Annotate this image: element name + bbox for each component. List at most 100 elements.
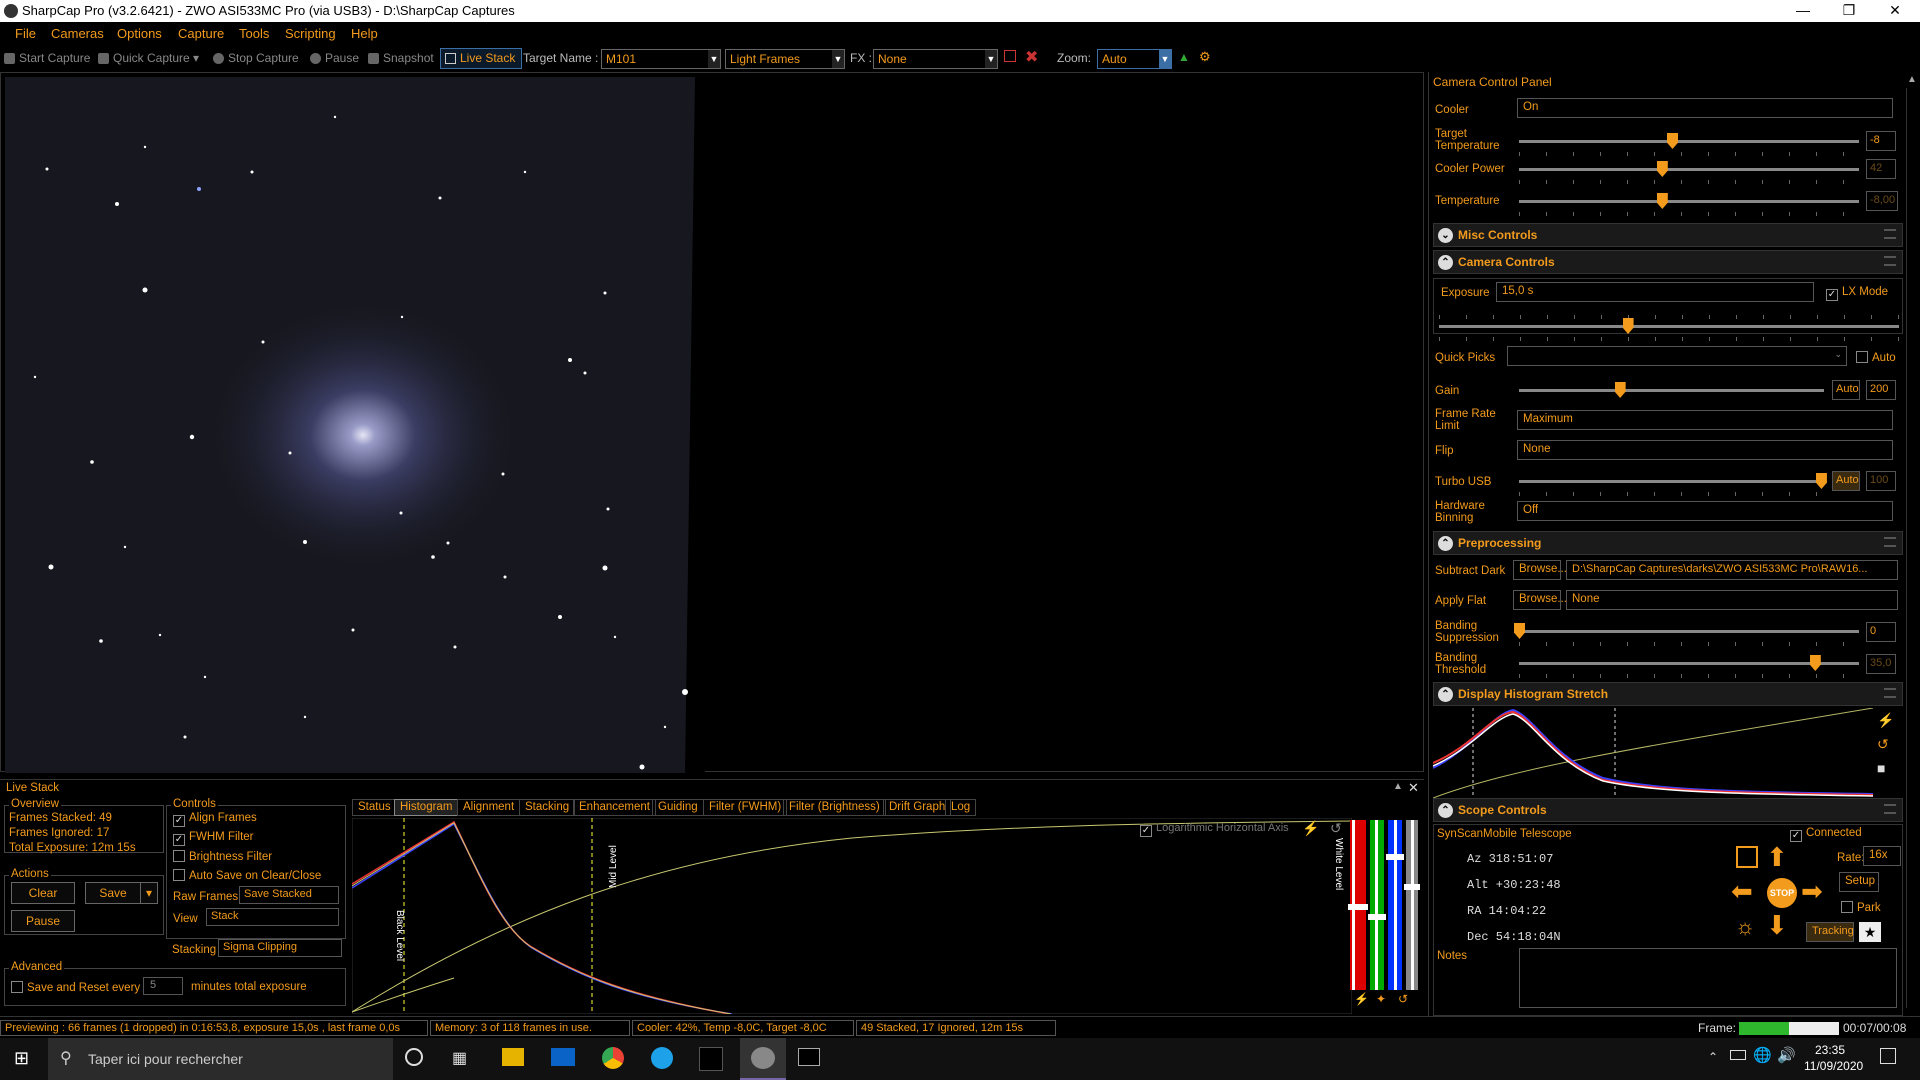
tab-status[interactable]: Status — [352, 799, 397, 816]
menu-cameras[interactable]: Cameras — [51, 26, 104, 41]
turbo-auto-button[interactable]: Auto — [1832, 471, 1860, 491]
subtract-dark-select[interactable]: D:\SharpCap Captures\darks\ZWO ASI533MC … — [1566, 560, 1898, 580]
image-viewport[interactable] — [0, 72, 1424, 773]
level-auto-icon[interactable]: ⚡ — [1354, 992, 1369, 1006]
hamburger-icon[interactable] — [1884, 256, 1896, 266]
scope-controls-header[interactable]: ⌃ Scope Controls — [1433, 798, 1903, 822]
rate-select[interactable]: 16x — [1863, 846, 1901, 866]
panel-scrollbar[interactable] — [1906, 88, 1918, 1008]
save-button[interactable]: Save — [85, 882, 141, 904]
arrow-up-icon[interactable]: ⬆ — [1766, 842, 1788, 873]
stop-button[interactable]: STOP — [1767, 878, 1797, 908]
exposure-slider[interactable] — [1439, 315, 1899, 341]
save-dropdown-button[interactable]: ▾ — [140, 882, 158, 904]
edge-icon[interactable] — [651, 1047, 673, 1069]
auto-stretch-icon[interactable]: ⚡ — [1877, 712, 1894, 729]
tab-filter-fwhm[interactable]: Filter (FWHM) — [703, 799, 788, 816]
settings-icon[interactable]: ⚙ — [1199, 49, 1211, 65]
pin-icon[interactable]: ▲ — [1393, 781, 1403, 792]
hamburger-icon[interactable] — [1884, 688, 1896, 698]
chevron-down-icon[interactable]: ⌄ — [1438, 228, 1453, 243]
chevron-down-icon[interactable]: ▼ — [708, 50, 720, 68]
hamburger-icon[interactable] — [1884, 804, 1896, 814]
stacking-select[interactable]: Sigma Clipping — [218, 939, 342, 957]
misc-controls-header[interactable]: ⌄ Misc Controls — [1433, 223, 1903, 247]
slider-thumb[interactable] — [1614, 382, 1626, 398]
tab-drift-graph[interactable]: Drift Graph — [883, 799, 952, 816]
histogram-icon[interactable]: ▲ — [1178, 50, 1190, 64]
save-reset-checkbox[interactable]: Save and Reset every — [11, 981, 140, 994]
chrome-icon[interactable] — [602, 1047, 624, 1069]
save-icon[interactable]: ■ — [1877, 760, 1885, 776]
quick-capture-button[interactable]: Quick Capture ▾ — [98, 51, 199, 65]
reset-icon[interactable]: ↺ — [1330, 820, 1342, 837]
chevron-up-icon[interactable]: ⌃ — [1438, 803, 1453, 818]
level-sliders[interactable] — [1348, 820, 1420, 998]
frame-type-select[interactable]: Light Frames ▼ — [725, 49, 845, 69]
live-stack-button[interactable]: Live Stack — [440, 48, 523, 69]
target-temperature-input[interactable]: -8 — [1866, 131, 1896, 151]
banding-suppression-input[interactable]: 0 — [1866, 622, 1896, 642]
star-icon[interactable]: ★ — [1859, 922, 1881, 942]
pause-button[interactable]: Pause — [11, 910, 75, 932]
menu-help[interactable]: Help — [351, 26, 378, 41]
close-icon[interactable]: ✕ — [1408, 780, 1419, 796]
connected-checkbox[interactable]: ✓ Connected — [1790, 827, 1862, 842]
slider-thumb[interactable] — [1514, 623, 1525, 639]
snapshot-button[interactable]: Snapshot — [368, 51, 434, 65]
fwhm-filter-checkbox[interactable]: ✓ FWHM Filter — [173, 831, 254, 846]
arrow-down-icon[interactable]: ⬇ — [1766, 910, 1788, 941]
hardware-binning-select[interactable]: Off — [1517, 501, 1893, 521]
taskbar-search[interactable]: ⚲ Taper ici pour rechercher — [48, 1038, 393, 1080]
pin-icon[interactable]: ▲ — [1907, 74, 1917, 85]
live-stack-histogram[interactable] — [352, 818, 1352, 1014]
subtract-dark-browse-button[interactable]: Browse... — [1513, 560, 1567, 580]
menu-tools[interactable]: Tools — [239, 26, 269, 41]
frame-rate-select[interactable]: Maximum — [1517, 410, 1893, 430]
minimize-button[interactable]: — — [1780, 0, 1826, 22]
goto-icon[interactable] — [1736, 846, 1758, 868]
slider-thumb[interactable] — [1667, 133, 1678, 149]
reset-icon[interactable]: ↺ — [1877, 736, 1889, 753]
chevron-down-icon[interactable]: ▼ — [832, 50, 844, 68]
camera-controls-header[interactable]: ⌃ Camera Controls — [1433, 250, 1903, 274]
tab-alignment[interactable]: Alignment — [457, 799, 521, 816]
histogram-stretch-graph[interactable] — [1433, 708, 1873, 800]
sharpcap-taskbar-button[interactable] — [740, 1038, 786, 1080]
chevron-up-icon[interactable]: ⌃ — [1438, 536, 1453, 551]
apply-flat-browse-button[interactable]: Browse... — [1513, 590, 1567, 610]
sun-icon[interactable]: ☼ — [1735, 914, 1755, 940]
notification-icon[interactable] — [1880, 1048, 1896, 1064]
turbo-usb-slider[interactable] — [1519, 473, 1827, 496]
banding-suppression-slider[interactable] — [1514, 623, 1859, 646]
quick-picks-select[interactable]: ⌄ — [1507, 346, 1847, 366]
tracking-button[interactable]: Tracking — [1806, 922, 1854, 942]
preprocessing-header[interactable]: ⌃ Preprocessing — [1433, 531, 1903, 555]
tab-guiding[interactable]: Guiding — [652, 799, 704, 816]
hamburger-icon[interactable] — [1884, 229, 1896, 239]
menu-capture[interactable]: Capture — [178, 26, 224, 41]
arrow-right-icon[interactable]: ➡ — [1801, 876, 1823, 907]
chevron-down-icon[interactable]: ▼ — [1159, 50, 1171, 68]
menu-file[interactable]: File — [15, 26, 36, 41]
level-reset-icon[interactable]: ↺ — [1398, 992, 1408, 1006]
gain-auto-button[interactable]: Auto — [1832, 380, 1860, 400]
zoom-select[interactable]: Auto ▼ — [1097, 49, 1172, 69]
menu-scripting[interactable]: Scripting — [285, 26, 336, 41]
tab-enhancement[interactable]: Enhancement — [573, 799, 656, 816]
mail-icon[interactable] — [551, 1048, 575, 1066]
chevron-up-icon[interactable]: ⌃ — [1438, 687, 1453, 702]
auto-save-checkbox[interactable]: Auto Save on Clear/Close — [173, 869, 321, 882]
apply-flat-select[interactable]: None — [1566, 590, 1898, 610]
task-view-icon[interactable]: ▦ — [452, 1048, 467, 1068]
pause-button[interactable]: Pause — [310, 51, 359, 65]
fx-select[interactable]: None ▼ — [873, 49, 998, 69]
chevron-down-icon[interactable]: ▼ — [985, 50, 997, 68]
chevron-up-icon[interactable]: ⌃ — [1708, 1050, 1718, 1064]
reticle-icon[interactable] — [1004, 50, 1016, 62]
astro-app-icon[interactable] — [699, 1047, 723, 1071]
slider-thumb[interactable] — [1815, 473, 1827, 489]
log-axis-checkbox[interactable]: ✓ Logarithmic Horizontal Axis — [1140, 822, 1289, 837]
start-capture-button[interactable]: Start Capture — [4, 51, 90, 65]
gain-slider[interactable] — [1519, 382, 1824, 398]
